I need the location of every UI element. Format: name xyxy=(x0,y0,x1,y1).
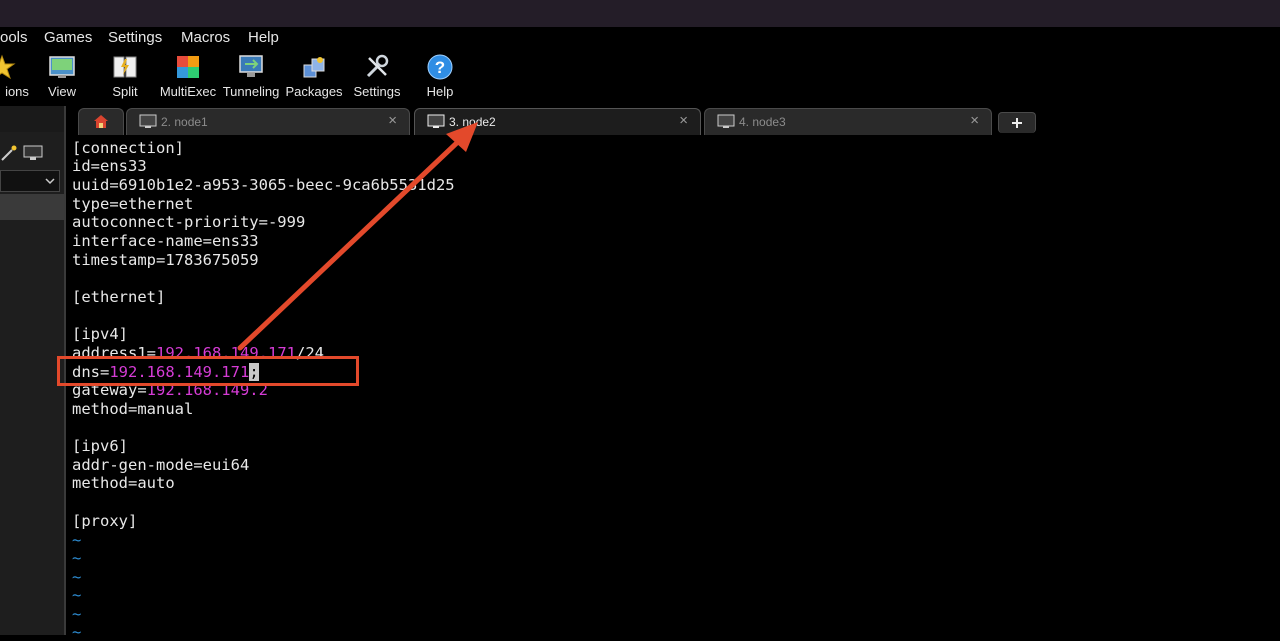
home-icon xyxy=(94,115,108,128)
tab-node3-close-icon[interactable]: × xyxy=(970,112,979,129)
terminal-line: [ethernet] xyxy=(72,288,166,306)
plus-icon xyxy=(1012,118,1022,128)
tunneling-icon xyxy=(239,55,263,77)
tab-node3-label: 4. node3 xyxy=(739,115,786,129)
menu-macros[interactable]: Macros xyxy=(181,29,230,46)
terminal-line: type=ethernet xyxy=(72,195,194,213)
empty-line-marker: ~ xyxy=(72,586,82,604)
terminal-icon xyxy=(139,114,157,128)
settings-icon xyxy=(366,54,389,78)
magic-wand-icon[interactable] xyxy=(0,144,18,162)
tab-bar: 2. node1 × 3. node2 × 4. node3 × xyxy=(0,106,1280,136)
terminal-line: interface-name=ens33 xyxy=(72,232,259,250)
sidebar-dropdown[interactable] xyxy=(0,170,60,192)
menu-bar: ools Games Settings Macros Help xyxy=(0,27,1280,51)
terminal-line: method=manual xyxy=(72,400,194,418)
toolbar: ions View Split MultiExec Tunneling Pack… xyxy=(0,51,1280,106)
terminal-line: [connection] xyxy=(72,139,184,157)
terminal-line: timestamp=1783675059 xyxy=(72,251,259,269)
empty-line-marker: ~ xyxy=(72,623,82,641)
window-titlebar xyxy=(0,0,1280,27)
star-icon xyxy=(0,54,16,80)
svg-text:?: ? xyxy=(435,58,445,77)
menu-tools[interactable]: ools xyxy=(0,29,28,46)
help-icon: ? xyxy=(427,54,453,80)
terminal-line: [ipv4] xyxy=(72,325,128,343)
terminal-line: [proxy] xyxy=(72,512,138,530)
new-tab-button[interactable] xyxy=(998,112,1036,133)
empty-line-marker: ~ xyxy=(72,549,82,567)
tab-node2-close-icon[interactable]: × xyxy=(679,112,688,129)
terminal-line: [ipv6] xyxy=(72,437,128,455)
empty-line-marker: ~ xyxy=(72,568,82,586)
tab-node3[interactable]: 4. node3 × xyxy=(704,108,992,135)
terminal-line: autoconnect-priority=-999 xyxy=(72,213,306,231)
empty-line-marker: ~ xyxy=(72,605,82,623)
terminal-line: uuid=6910b1e2-a953-3065-beec-9ca6b5531d2… xyxy=(72,176,455,194)
tab-node2[interactable]: 3. node2 × xyxy=(414,108,701,135)
tab-node1[interactable]: 2. node1 × xyxy=(126,108,410,135)
sidebar-search-box[interactable] xyxy=(0,106,64,132)
terminal-icon xyxy=(717,114,735,128)
menu-games[interactable]: Games xyxy=(44,29,92,46)
tab-node1-close-icon[interactable]: × xyxy=(388,112,397,129)
view-icon xyxy=(49,56,75,78)
tab-node1-label: 2. node1 xyxy=(161,115,208,129)
terminal-line: addr-gen-mode=eui64 xyxy=(72,456,250,474)
terminal-icon xyxy=(427,114,445,128)
tab-node2-label: 3. node2 xyxy=(449,115,496,129)
chevron-down-icon xyxy=(45,178,55,185)
packages-icon xyxy=(303,57,325,78)
dns-highlight-box xyxy=(57,356,359,386)
sidebar-selected-item[interactable] xyxy=(0,194,64,220)
split-icon xyxy=(113,56,137,78)
empty-line-marker: ~ xyxy=(72,531,82,549)
multiexec-icon xyxy=(177,56,199,78)
terminal-line: id=ens33 xyxy=(72,157,147,175)
terminal-line: method=auto xyxy=(72,474,175,492)
menu-help[interactable]: Help xyxy=(248,29,279,46)
menu-settings[interactable]: Settings xyxy=(108,29,162,46)
monitor-icon[interactable] xyxy=(22,144,44,162)
tab-home[interactable] xyxy=(78,108,124,135)
